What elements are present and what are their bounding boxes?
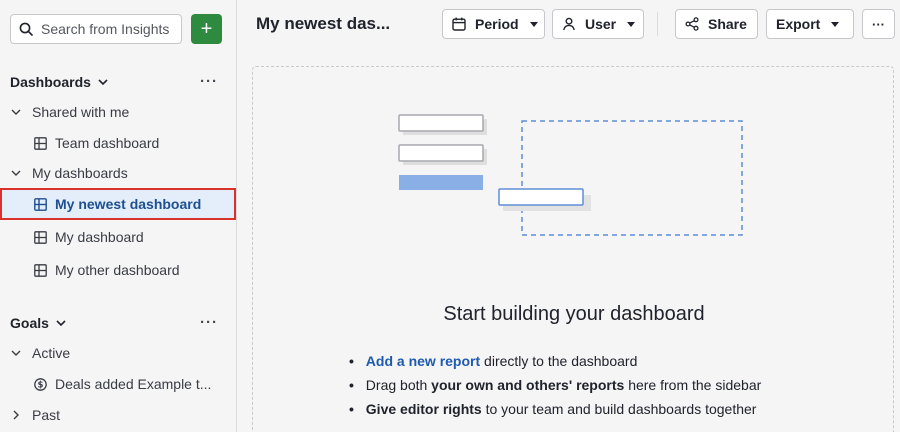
search-box[interactable] <box>10 14 182 44</box>
chevron-down-icon <box>56 320 66 327</box>
tip-text: to your team and build dashboards togeth… <box>481 401 757 417</box>
tip-bold-text: Give editor rights <box>365 401 482 417</box>
tip-text: Drag both <box>365 377 432 393</box>
caret-down-icon <box>831 22 840 27</box>
dollar-circle-icon: $ <box>34 377 47 391</box>
chevron-right-icon <box>13 410 19 420</box>
dashboard-icon <box>34 136 47 150</box>
goals-title: Goals <box>10 315 49 331</box>
dashboards-more-button[interactable]: ··· <box>200 73 218 90</box>
share-label: Share <box>708 16 747 32</box>
caret-down-icon <box>627 22 636 27</box>
more-options-button[interactable]: ··· <box>862 9 895 39</box>
add-new-report-link[interactable]: Add a new report <box>366 353 480 369</box>
sidebar-item-label: Team dashboard <box>55 135 160 151</box>
sidebar-item-label: My dashboard <box>55 229 144 245</box>
empty-state-title: Start building your dashboard <box>443 303 705 325</box>
tip-add-report: Add a new report directly to the dashboa… <box>349 349 761 373</box>
sidebar-item-label: My other dashboard <box>55 262 180 278</box>
caret-down-icon <box>529 22 538 27</box>
group-my-dashboards[interactable]: My dashboards <box>10 162 128 184</box>
sidebar-item-my-dashboard[interactable]: My dashboard <box>0 222 236 252</box>
group-label: Active <box>32 345 71 361</box>
sidebar: + Dashboards ··· Shared with me Team das… <box>0 0 237 432</box>
tip-text: here from the sidebar <box>624 377 762 393</box>
toolbar-divider <box>657 12 658 36</box>
group-label: My dashboards <box>32 165 128 181</box>
goals-section-header[interactable]: Goals ··· <box>10 312 222 334</box>
search-icon <box>19 22 33 36</box>
tip-editor-rights: Give editor rights to your team and buil… <box>349 397 761 421</box>
group-active[interactable]: Active <box>10 342 70 364</box>
export-label: Export <box>776 16 821 32</box>
add-button[interactable]: + <box>191 14 222 44</box>
group-label: Shared with me <box>32 104 130 120</box>
tip-text: directly to the dashboard <box>480 353 638 369</box>
main-area: My newest das... Period User Share Expor… <box>237 0 900 432</box>
user-filter-button[interactable]: User <box>552 9 644 39</box>
period-filter-button[interactable]: Period <box>442 9 545 39</box>
dashboard-icon <box>34 197 47 211</box>
group-label: Past <box>32 407 61 423</box>
sidebar-item-label: My newest dashboard <box>55 196 202 212</box>
chevron-down-icon <box>11 350 21 356</box>
top-bar: My newest das... Period User Share Expor… <box>237 0 900 50</box>
sidebar-item-my-newest-dashboard[interactable]: My newest dashboard <box>0 188 236 220</box>
user-icon <box>563 17 575 31</box>
dashboards-title: Dashboards <box>10 74 91 90</box>
dashboards-section-header[interactable]: Dashboards ··· <box>10 71 222 93</box>
share-icon <box>685 17 699 31</box>
dashboard-icon <box>34 230 47 244</box>
empty-state-tips: Add a new report directly to the dashboa… <box>349 349 761 421</box>
group-past[interactable]: Past <box>10 404 60 426</box>
calendar-icon <box>452 17 466 31</box>
export-button[interactable]: Export <box>766 9 854 39</box>
page-title: My newest das... <box>256 14 391 33</box>
sidebar-item-my-other-dashboard[interactable]: My other dashboard <box>0 255 236 285</box>
share-button[interactable]: Share <box>675 9 758 39</box>
chevron-down-icon <box>11 170 21 176</box>
period-label: Period <box>475 16 519 32</box>
dashboard-canvas[interactable]: Start building your dashboard Add a new … <box>252 66 894 432</box>
group-shared-with-me[interactable]: Shared with me <box>10 101 129 123</box>
user-label: User <box>585 16 617 32</box>
tip-bold-text: your own and others' reports <box>431 377 625 393</box>
dashboard-icon <box>34 263 47 277</box>
sidebar-item-team-dashboard[interactable]: Team dashboard <box>0 128 236 158</box>
chevron-down-icon <box>11 109 21 115</box>
sidebar-item-label: Deals added Example t... <box>55 376 212 392</box>
search-input[interactable] <box>41 21 171 37</box>
tip-drag-reports: Drag both your own and others' reports h… <box>349 373 761 397</box>
sidebar-item-goal-deals-added[interactable]: $ Deals added Example t... <box>0 369 236 399</box>
chevron-down-icon <box>98 79 108 86</box>
goals-more-button[interactable]: ··· <box>200 314 218 331</box>
svg-text:$: $ <box>38 380 44 390</box>
empty-state-illustration <box>398 114 743 236</box>
more-label: ··· <box>872 16 885 32</box>
